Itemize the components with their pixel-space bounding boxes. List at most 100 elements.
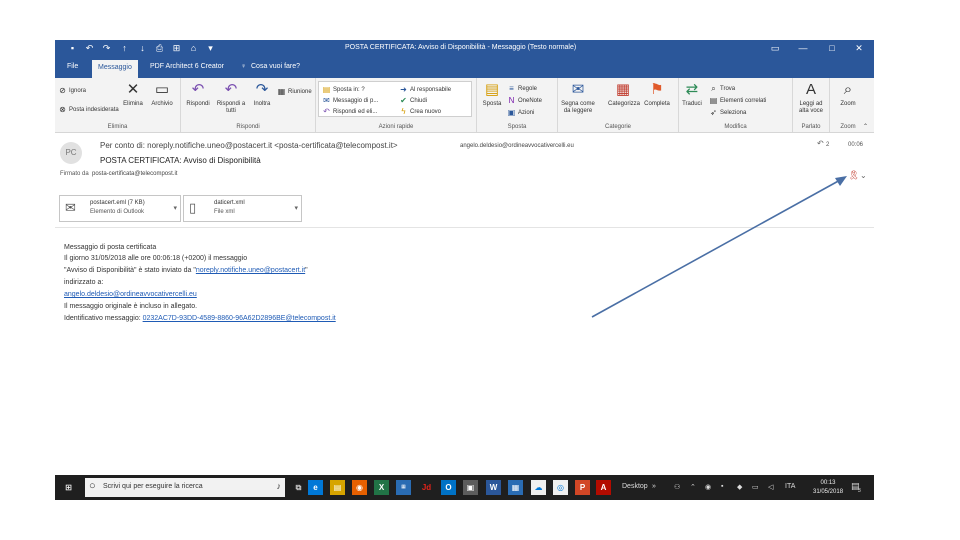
- quick-step-item[interactable]: ➜ Al responsabile: [399, 85, 451, 94]
- find-button[interactable]: ⌕ Trova: [709, 84, 735, 93]
- outlook-message-window: ▪ ↶ ↷ ↑ ↓ ⎙ ⊞ ⌂ ▾ POSTA CERTIFICATA: Avv…: [55, 40, 874, 500]
- app-icon[interactable]: ▦: [396, 480, 411, 495]
- attachment-postacert[interactable]: ✉ postacert.eml (7 KB) Elemento di Outlo…: [59, 195, 181, 222]
- collapse-header-icon[interactable]: ⌄: [860, 171, 867, 180]
- tab-messaggio[interactable]: Messaggio: [92, 60, 138, 78]
- jd-icon[interactable]: Jd: [419, 480, 434, 495]
- clock[interactable]: 00:13 31/05/2018: [813, 479, 843, 497]
- windows-start-icon[interactable]: ⊞: [61, 480, 76, 495]
- print-icon[interactable]: ⎙: [154, 43, 165, 54]
- excel-icon[interactable]: X: [374, 480, 389, 495]
- signed-by-label: Firmato da: [60, 171, 89, 177]
- select-button[interactable]: ➶ Seleziona: [709, 108, 746, 117]
- junk-button[interactable]: ⊗ Posta indesiderata: [58, 105, 119, 114]
- search-box[interactable]: ○ Scrivi qui per eseguire la ricerca ♪: [85, 478, 285, 497]
- ribbon-tabs: File Messaggio PDF Architect 6 Creator ♀…: [55, 58, 874, 78]
- tray-app-icon[interactable]: ◉: [705, 483, 711, 491]
- tab-file[interactable]: File: [67, 63, 78, 70]
- undo-icon[interactable]: ↶: [84, 43, 95, 54]
- app-icon[interactable]: ▣: [463, 480, 478, 495]
- outlook-icon[interactable]: O: [441, 480, 456, 495]
- attachment-daticert[interactable]: ▯ daticert.xml File xml ▾: [183, 195, 302, 222]
- edge-icon[interactable]: e: [308, 480, 323, 495]
- tray-app-icon[interactable]: ◆: [737, 483, 742, 491]
- firefox-icon[interactable]: ◉: [352, 480, 367, 495]
- powerpoint-icon[interactable]: P: [575, 480, 590, 495]
- certificate-ribbon-icon[interactable]: 🎗: [848, 170, 859, 181]
- tray-app-icon[interactable]: ▪: [721, 483, 723, 490]
- file-explorer-icon[interactable]: ▤: [330, 480, 345, 495]
- arrow-right-icon: ➜: [400, 85, 407, 94]
- customize-qat-icon[interactable]: ▾: [205, 43, 216, 54]
- move-folder-icon: ▤: [484, 81, 500, 98]
- body-line: "Avviso di Disponibilità" è stato inviat…: [64, 267, 308, 274]
- attach-icon[interactable]: ⌂: [188, 43, 199, 54]
- quick-step-item[interactable]: ▤ Sposta in: ?: [322, 85, 365, 94]
- related-icon: ▤: [709, 96, 718, 105]
- translate-icon: ⇄: [685, 81, 699, 98]
- network-icon[interactable]: ▭: [752, 483, 759, 491]
- message-id-link[interactable]: 0232AC7D-93DD-4589-8860-96A62D2896BE@tel…: [143, 315, 336, 322]
- app-icon[interactable]: ▦: [508, 480, 523, 495]
- volume-icon[interactable]: ◁: [768, 483, 773, 491]
- mark-unread-button[interactable]: ✉ Segna come da leggere: [558, 81, 598, 115]
- sender-email-link[interactable]: noreply.notifiche.uneo@postacert.it: [196, 267, 305, 274]
- forward-button[interactable]: ↷ Inoltra: [247, 81, 277, 108]
- body-line: indirizzato a:: [64, 279, 104, 286]
- read-aloud-button[interactable]: A Leggi ad alta voce: [795, 81, 827, 115]
- ignore-button[interactable]: ⊘ Ignora: [58, 86, 86, 95]
- toolbar-expand-icon[interactable]: »: [652, 483, 656, 490]
- acrobat-icon[interactable]: A: [596, 480, 611, 495]
- quick-step-item[interactable]: ↶ Rispondi ed eli...: [322, 107, 377, 116]
- delete-button[interactable]: ✕ Elimina: [118, 81, 148, 108]
- ribbon-display-icon[interactable]: ▭: [768, 42, 782, 55]
- desktop-toolbar[interactable]: Desktop: [622, 483, 648, 490]
- quick-step-item[interactable]: ✔ Chiudi: [399, 96, 427, 105]
- quick-step-item[interactable]: ✉ Messaggio di p...: [322, 96, 378, 105]
- people-icon[interactable]: ⚇: [674, 483, 680, 491]
- cloud-icon[interactable]: ☁: [531, 480, 546, 495]
- language-indicator[interactable]: ITA: [785, 483, 795, 490]
- move-button[interactable]: ▤ Sposta: [479, 81, 505, 108]
- reply-button[interactable]: ↶ Rispondi: [183, 81, 213, 108]
- archive-button[interactable]: ▭ Archivio: [147, 81, 177, 108]
- word-icon[interactable]: W: [486, 480, 501, 495]
- tab-pdf-architect[interactable]: PDF Architect 6 Creator: [150, 63, 224, 70]
- close-icon[interactable]: ✕: [852, 42, 866, 55]
- followup-button[interactable]: ⚑ Completa: [642, 81, 672, 108]
- actions-button[interactable]: ▣ Azioni: [507, 108, 535, 117]
- show-hidden-icons[interactable]: ⌃: [690, 483, 696, 491]
- translate-button[interactable]: ⇄ Traduci: [679, 81, 705, 108]
- reply-all-icon: ↶: [224, 81, 238, 98]
- ignore-icon: ⊘: [59, 86, 66, 95]
- categorize-button[interactable]: ▦ Categorizza: [608, 81, 640, 108]
- recipient-email-link[interactable]: angelo.deldesio@ordineavvocativercelli.e…: [64, 291, 197, 298]
- rules-icon: ≡: [509, 84, 514, 93]
- attachment-dropdown-icon[interactable]: ▾: [294, 204, 298, 212]
- minimize-icon[interactable]: —: [796, 42, 810, 55]
- chrome-icon[interactable]: ◎: [553, 480, 568, 495]
- delete-x-icon: ✕: [126, 81, 140, 98]
- up-icon[interactable]: ↑: [119, 43, 130, 54]
- quick-steps-gallery: ▤ Sposta in: ? ➜ Al responsabile ✉ Messaggi…: [318, 81, 472, 117]
- microphone-icon[interactable]: ♪: [277, 481, 282, 491]
- down-icon[interactable]: ↓: [137, 43, 148, 54]
- zoom-button[interactable]: ⌕ Zoom: [833, 81, 863, 108]
- sender[interactable]: Per conto di: noreply.notifiche.uneo@pos…: [100, 141, 398, 150]
- group-sposta: ▤ Sposta ≡ Regole N OneNote ▣ Azioni Sposta: [477, 78, 558, 132]
- maximize-icon[interactable]: □: [825, 42, 839, 55]
- meeting-button[interactable]: ▦ Riunione: [277, 87, 312, 96]
- task-view-icon[interactable]: ⧉: [291, 480, 306, 495]
- attachment-dropdown-icon[interactable]: ▾: [173, 204, 177, 212]
- reply-all-button[interactable]: ↶ Rispondi a tutti: [214, 81, 248, 115]
- quick-step-item[interactable]: ϟ Crea nuovo: [399, 107, 441, 116]
- rules-button[interactable]: ≡ Regole: [507, 84, 537, 93]
- onenote-button[interactable]: N OneNote: [507, 96, 542, 105]
- collapse-ribbon-icon[interactable]: ⌃: [863, 124, 868, 131]
- related-button[interactable]: ▤ Elementi correlati: [709, 96, 767, 105]
- save-icon[interactable]: ▪: [67, 43, 78, 54]
- print-preview-icon[interactable]: ⊞: [171, 43, 182, 54]
- tell-me-input[interactable]: Cosa vuoi fare?: [251, 63, 300, 70]
- redo-icon[interactable]: ↷: [101, 43, 112, 54]
- recipient[interactable]: angelo.deldesio@ordineavvocativercelli.e…: [460, 143, 574, 149]
